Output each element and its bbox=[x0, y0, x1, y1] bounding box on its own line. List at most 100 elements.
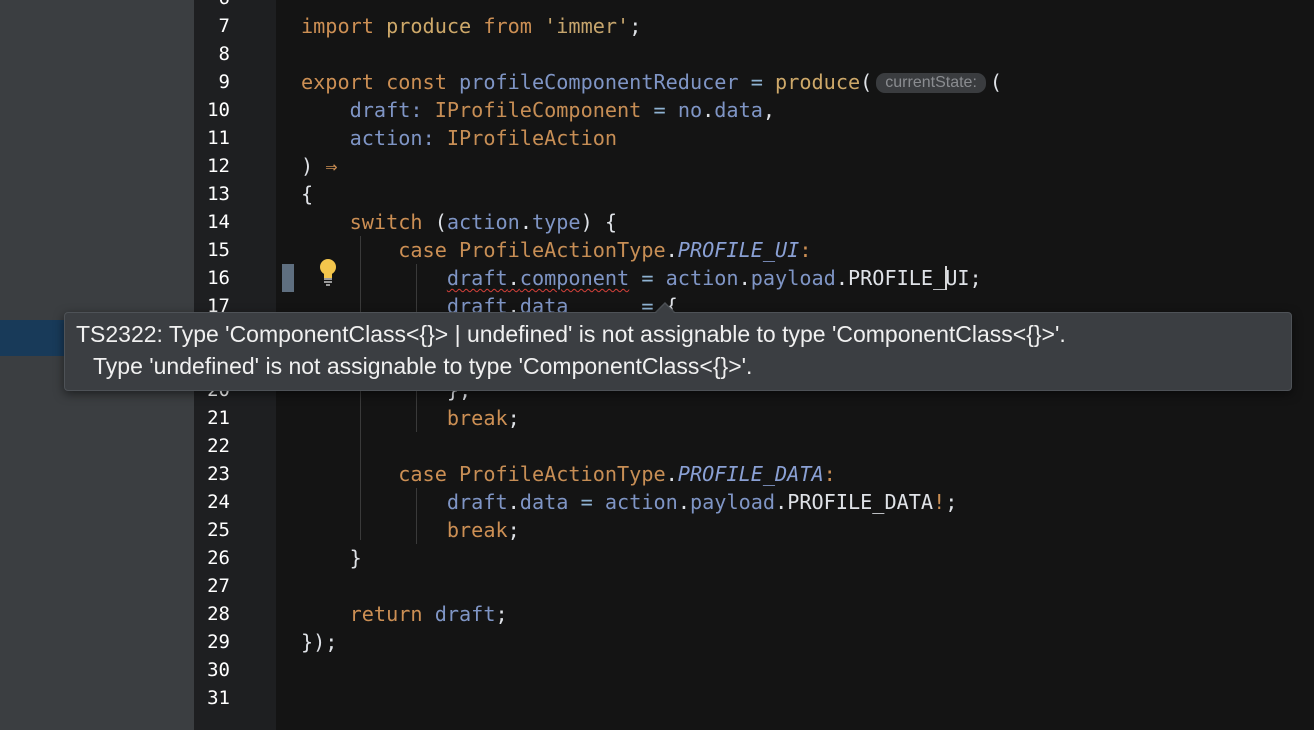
token: = bbox=[653, 98, 666, 122]
token: produce bbox=[386, 14, 472, 38]
token: from bbox=[483, 14, 532, 38]
code-line-7[interactable]: import produce from 'immer'; bbox=[301, 12, 641, 40]
token: . bbox=[507, 490, 520, 514]
error-message-line2: Type 'undefined' is not assignable to ty… bbox=[93, 353, 753, 379]
code-line-16[interactable]: draft.component = action.payload.PROFILE… bbox=[301, 264, 982, 292]
line-number: 12 bbox=[207, 155, 230, 177]
token: ) bbox=[301, 154, 314, 178]
token: }); bbox=[301, 630, 338, 654]
token: ; bbox=[507, 406, 520, 430]
code-line-15[interactable]: case ProfileActionType.PROFILE_UI: bbox=[301, 236, 812, 264]
line-number: 16 bbox=[207, 267, 230, 289]
code-line-21[interactable]: break; bbox=[301, 404, 520, 432]
token: ; bbox=[969, 266, 982, 290]
token: payload bbox=[750, 266, 836, 290]
code-line-25[interactable]: break; bbox=[301, 516, 520, 544]
token: const bbox=[386, 70, 447, 94]
code-line-24[interactable]: draft.data = action.payload.PROFILE_DATA… bbox=[301, 488, 958, 516]
token: . bbox=[775, 490, 788, 514]
token: : bbox=[422, 126, 435, 150]
token: produce bbox=[775, 70, 861, 94]
line-number: 14 bbox=[207, 211, 230, 233]
token: = bbox=[580, 490, 593, 514]
token: IProfileComponent bbox=[434, 98, 642, 122]
token: ( bbox=[860, 70, 873, 94]
token: draft bbox=[434, 602, 496, 626]
parameter-hint: currentState: bbox=[876, 73, 986, 93]
token: profileComponentReducer bbox=[459, 70, 739, 94]
line-number: 30 bbox=[207, 659, 230, 681]
token: } bbox=[349, 546, 362, 570]
token: action bbox=[665, 266, 739, 290]
token: PROFILE_UI bbox=[677, 238, 800, 262]
token: return bbox=[349, 602, 423, 626]
token: case bbox=[398, 238, 447, 262]
token: 'immer' bbox=[544, 14, 630, 38]
token: draft bbox=[446, 490, 508, 514]
token: . bbox=[835, 266, 848, 290]
token: ⇒ bbox=[325, 154, 338, 178]
code-line-9[interactable]: export const profileComponentReducer = p… bbox=[301, 68, 1002, 96]
token: ; bbox=[495, 602, 508, 626]
line-number: 31 bbox=[207, 687, 230, 709]
line-number: 9 bbox=[218, 71, 230, 93]
code-line-13[interactable]: { bbox=[301, 180, 313, 208]
token: ProfileActionType bbox=[459, 462, 666, 486]
token: break bbox=[446, 518, 508, 542]
token: draft bbox=[349, 98, 411, 122]
current-line-marker bbox=[282, 264, 294, 292]
token: IProfileAction bbox=[446, 126, 618, 150]
token: PROFILE_DATA bbox=[787, 490, 934, 514]
token: action bbox=[349, 126, 423, 150]
token: action bbox=[604, 490, 678, 514]
token: ! bbox=[933, 490, 946, 514]
token: = bbox=[641, 266, 654, 290]
error-tooltip[interactable]: TS2322: Type 'ComponentClass<{}> | undef… bbox=[64, 312, 1292, 391]
token: . bbox=[507, 266, 520, 290]
line-number: 29 bbox=[207, 631, 230, 653]
token: data bbox=[714, 98, 763, 122]
line-number: 28 bbox=[207, 603, 230, 625]
token: draft bbox=[446, 266, 508, 290]
token: . bbox=[665, 238, 678, 262]
token: PROFILE_DATA bbox=[677, 462, 824, 486]
token: : bbox=[823, 462, 836, 486]
line-number: 7 bbox=[218, 15, 230, 37]
code-line-29[interactable]: }); bbox=[301, 628, 337, 656]
token: ProfileActionType bbox=[459, 238, 666, 262]
token: break bbox=[446, 406, 508, 430]
token: = bbox=[750, 70, 763, 94]
line-number: 27 bbox=[207, 575, 230, 597]
token: data bbox=[519, 490, 569, 514]
token: payload bbox=[689, 490, 776, 514]
code-line-10[interactable]: draft: IProfileComponent = no.data, bbox=[301, 96, 775, 124]
error-message-line1: TS2322: Type 'ComponentClass<{}> | undef… bbox=[76, 321, 1066, 347]
token: action bbox=[446, 210, 520, 234]
token: . bbox=[738, 266, 751, 290]
token: { bbox=[301, 182, 314, 206]
line-number: 8 bbox=[218, 43, 230, 65]
token: ( bbox=[434, 210, 447, 234]
line-number: 13 bbox=[207, 183, 230, 205]
code-line-12[interactable]: ) ⇒ bbox=[301, 152, 337, 180]
line-number: 6 bbox=[194, 0, 230, 12]
line-number: 11 bbox=[207, 127, 230, 149]
token: ; bbox=[629, 14, 642, 38]
tooltip-arrow-fill bbox=[655, 304, 675, 314]
token: ; bbox=[507, 518, 520, 542]
line-number: 26 bbox=[207, 547, 230, 569]
error-underline: draft.component bbox=[447, 266, 629, 290]
line-number: 15 bbox=[207, 239, 230, 261]
code-line-11[interactable]: action: IProfileAction bbox=[301, 124, 617, 152]
token: . bbox=[702, 98, 715, 122]
token: { bbox=[604, 210, 618, 234]
token: ; bbox=[945, 490, 958, 514]
code-line-23[interactable]: case ProfileActionType.PROFILE_DATA: bbox=[301, 460, 836, 488]
code-line-14[interactable]: switch (action.type) { bbox=[301, 208, 617, 236]
token: switch bbox=[349, 210, 423, 234]
code-line-28[interactable]: return draft; bbox=[301, 600, 508, 628]
token: component bbox=[519, 266, 630, 290]
code-line-26[interactable]: } bbox=[301, 544, 362, 572]
token: : bbox=[799, 238, 812, 262]
token: no bbox=[677, 98, 703, 122]
